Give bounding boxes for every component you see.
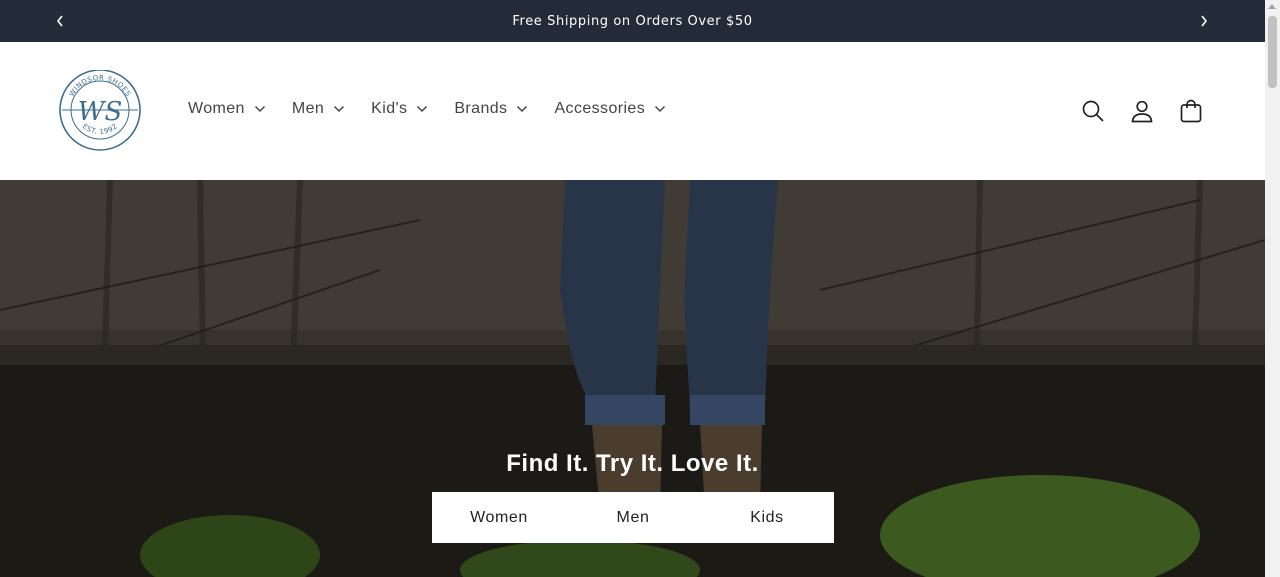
scroll-up-arrow-icon[interactable] [1268,4,1276,9]
announcement-text: Free Shipping on Orders Over $50 [512,13,753,29]
nav-item-brands[interactable]: Brands [454,100,528,118]
nav-item-label: Women [188,100,245,117]
chevron-down-icon [654,105,666,113]
chevron-down-icon [416,105,428,113]
announcement-bar: Free Shipping on Orders Over $50 [0,0,1265,42]
hero-button-men[interactable]: Men [566,509,700,527]
search-button[interactable] [1078,96,1108,126]
nav-item-women[interactable]: Women [188,100,266,118]
chevron-left-icon [56,15,63,27]
nav-item-label: Men [291,100,325,117]
cart-button[interactable] [1176,96,1206,126]
announcement-prev-button[interactable] [50,11,70,31]
nav-item-accessories[interactable]: Accessories [554,100,666,118]
cart-icon [1180,99,1202,123]
search-icon [1082,100,1104,122]
logo-link[interactable]: WINDSOR SHOES EST. 1992 WS [56,69,144,152]
nav-item-label: Kid's [371,100,408,117]
chevron-down-icon [254,105,266,113]
chevron-down-icon [333,105,345,113]
hero-banner: Find It. Try It. Love It. Women Men Kids [0,180,1265,577]
site-header: WINDSOR SHOES EST. 1992 WS Women Men Kid… [0,42,1265,180]
chevron-right-icon [1201,15,1208,27]
hero-button-women[interactable]: Women [432,509,566,527]
account-button[interactable] [1127,96,1157,126]
hero-category-buttons: Women Men Kids [432,492,834,543]
svg-text:WS: WS [78,97,123,127]
header-icons [1078,96,1225,126]
account-icon [1131,100,1153,123]
nav-item-kids[interactable]: Kid's [371,100,428,118]
nav-item-men[interactable]: Men [292,100,345,118]
hero-title: Find It. Try It. Love It. [506,450,759,477]
main-nav: Women Men Kid's Brands Accessories [188,100,692,118]
page-scrollbar[interactable] [1265,0,1280,577]
windsor-shoes-logo: WINDSOR SHOES EST. 1992 WS [59,69,141,151]
nav-item-label: Brands [454,100,508,117]
chevron-down-icon [516,105,528,113]
scrollbar-thumb[interactable] [1268,16,1277,88]
hero-button-kids[interactable]: Kids [700,509,834,527]
announcement-next-button[interactable] [1194,11,1214,31]
nav-item-label: Accessories [554,100,646,117]
